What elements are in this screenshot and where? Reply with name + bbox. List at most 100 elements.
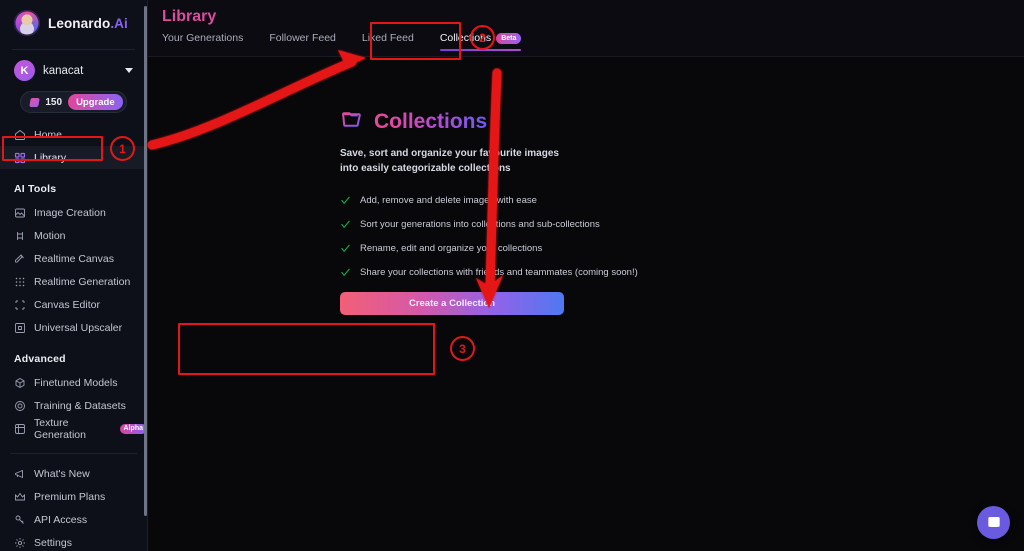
sidebar-section-ai-tools: Image Creation Motion Realtime Canvas Re… [0,201,147,339]
sidebar-item-label: Training & Datasets [34,400,126,412]
dots-grid-icon [14,276,26,288]
sidebar-item-api-access[interactable]: API Access [0,508,147,531]
sidebar-item-label: Universal Upscaler [34,322,122,334]
brand-logo[interactable]: Leonardo.Ai [0,0,147,45]
sidebar-item-home[interactable]: Home [0,123,147,146]
sidebar-item-realtime-generation[interactable]: Realtime Generation [0,270,147,293]
tab-your-generations[interactable]: Your Generations [162,32,243,53]
chevron-down-icon[interactable] [125,68,133,73]
sidebar-section-heading-ai-tools: AI Tools [0,169,147,201]
sidebar-item-premium-plans[interactable]: Premium Plans [0,485,147,508]
list-item: Share your collections with friends and … [340,267,1024,278]
check-icon [340,219,351,230]
feature-list: Add, remove and delete images with ease … [340,195,1024,278]
sidebar-item-label: Home [34,129,62,141]
avatar: K [14,60,35,81]
brand-name-text: Leonardo [48,16,110,31]
grid-icon [14,152,26,164]
feature-label: Sort your generations into collections a… [360,219,600,230]
brand-suffix-text: .Ai [110,16,128,31]
cta-wrapper: Create a Collection [340,292,1024,315]
sidebar-item-universal-upscaler[interactable]: Universal Upscaler [0,316,147,339]
page-title: Library [148,0,1024,26]
brand-name: Leonardo.Ai [48,16,128,31]
check-icon [340,267,351,278]
main-content: Library Your Generations Follower Feed L… [148,0,1024,551]
sidebar-item-whats-new[interactable]: What's New [0,462,147,485]
gear-icon [14,537,26,549]
sidebar-scrollbar[interactable] [144,6,147,516]
credits-row: 150 Upgrade [0,89,147,123]
sidebar-section-heading-advanced: Advanced [0,339,147,371]
sidebar-item-realtime-canvas[interactable]: Realtime Canvas [0,247,147,270]
key-icon [14,514,26,526]
account-username: kanacat [43,65,117,77]
sidebar-item-label: Library [34,152,66,164]
upscale-icon [14,322,26,334]
sidebar-item-label: Realtime Canvas [34,253,114,265]
home-icon [14,129,26,141]
sidebar-primary-nav: Home Library [0,123,147,169]
sidebar-item-image-creation[interactable]: Image Creation [0,201,147,224]
brush-icon [14,253,26,265]
tab-bar: Your Generations Follower Feed Liked Fee… [148,26,1024,53]
badge-alpha: Alpha [120,424,147,434]
sidebar-item-texture-generation[interactable]: Texture Generation Alpha [0,417,147,440]
sidebar-item-finetuned-models[interactable]: Finetuned Models [0,371,147,394]
sidebar-item-label: Settings [34,537,72,549]
sidebar-item-library[interactable]: Library [0,146,147,169]
sidebar-item-label: Finetuned Models [34,377,117,389]
collections-empty-state: Collections Save, sort and organize your… [148,57,1024,315]
texture-icon [14,423,26,435]
credits-amount: 150 [45,97,62,108]
frame-icon [14,299,26,311]
cube-icon [14,377,26,389]
check-icon [340,195,351,206]
app-root: Leonardo.Ai K kanacat 150 Upgrade Home [0,0,1024,551]
list-item: Sort your generations into collections a… [340,219,1024,230]
collections-title: Collections [374,110,487,134]
sidebar-item-settings[interactable]: Settings [0,531,147,551]
sidebar-item-label: Realtime Generation [34,276,130,288]
credit-coin-icon [30,98,41,107]
sidebar-item-label: Motion [34,230,66,242]
sidebar: Leonardo.Ai K kanacat 150 Upgrade Home [0,0,148,551]
tab-collections-label: Collections [440,32,491,44]
image-icon [14,207,26,219]
motion-icon [14,230,26,242]
collections-subtitle-line1: Save, sort and organize your favourite i… [340,146,1024,161]
target-icon [14,400,26,412]
badge-beta: Beta [496,33,521,44]
intercom-chat-icon [986,515,1002,531]
intercom-chat-button[interactable] [977,506,1010,539]
sidebar-item-label: Texture Generation [34,417,108,441]
account-switcher[interactable]: K kanacat [0,50,147,89]
tab-collections[interactable]: Collections Beta [440,32,522,53]
sidebar-item-label: Image Creation [34,207,106,219]
topbar: Library Your Generations Follower Feed L… [148,0,1024,57]
credits-pill[interactable]: 150 Upgrade [20,91,126,113]
megaphone-icon [14,468,26,480]
sidebar-item-label: What's New [34,468,90,480]
list-item: Add, remove and delete images with ease [340,195,1024,206]
feature-label: Add, remove and delete images with ease [360,195,537,206]
sidebar-item-label: API Access [34,514,87,526]
sidebar-item-motion[interactable]: Motion [0,224,147,247]
folder-icon [340,107,365,137]
sidebar-item-canvas-editor[interactable]: Canvas Editor [0,293,147,316]
feature-label: Share your collections with friends and … [360,267,638,278]
create-a-collection-button[interactable]: Create a Collection [340,292,564,315]
collections-heading: Collections [340,107,1024,137]
tab-follower-feed[interactable]: Follower Feed [269,32,336,53]
feature-label: Rename, edit and organize your collectio… [360,243,542,254]
crown-icon [14,491,26,503]
sidebar-item-label: Premium Plans [34,491,105,503]
sidebar-footer-nav: What's New Premium Plans API Access Sett… [0,462,147,551]
sidebar-item-label: Canvas Editor [34,299,100,311]
collections-subtitle: Save, sort and organize your favourite i… [340,146,1024,176]
sidebar-section-advanced: Finetuned Models Training & Datasets Tex… [0,371,147,440]
tab-liked-feed[interactable]: Liked Feed [362,32,414,53]
upgrade-button[interactable]: Upgrade [68,94,123,110]
divider [10,453,137,454]
sidebar-item-training-datasets[interactable]: Training & Datasets [0,394,147,417]
